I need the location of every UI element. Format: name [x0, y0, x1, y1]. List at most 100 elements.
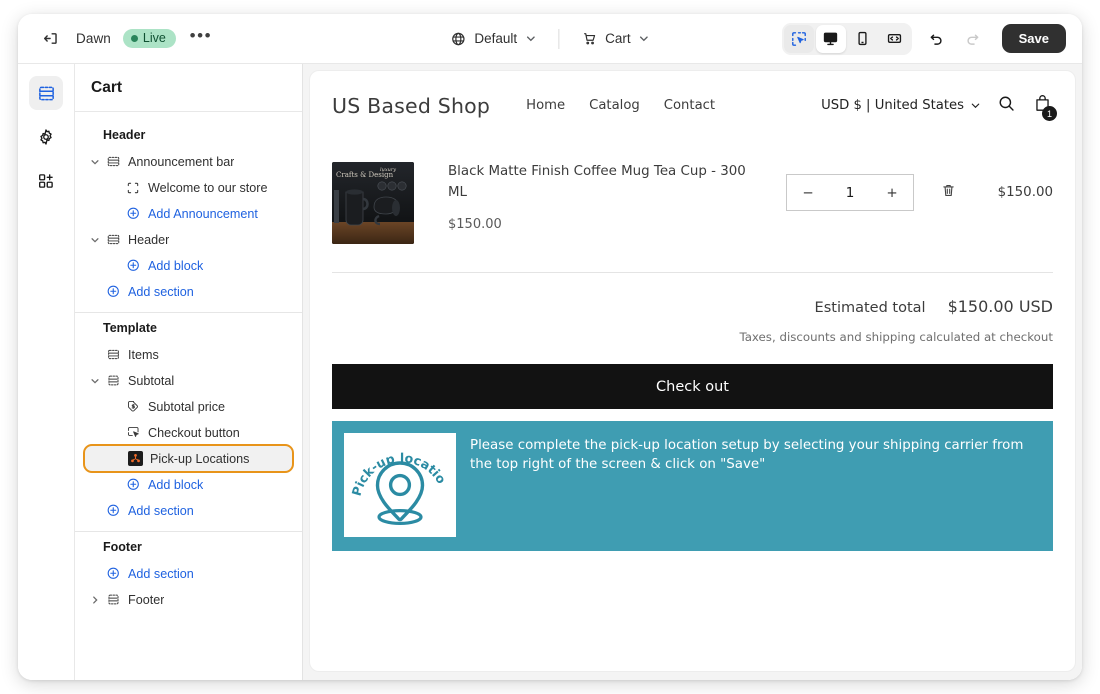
nav-link-home[interactable]: Home — [526, 98, 565, 113]
estimated-total-row: Estimated total $150.00 USD — [332, 297, 1053, 316]
add-row[interactable]: Add block — [83, 472, 294, 497]
product-thumbnail[interactable]: Crafts & Design luxury — [332, 162, 414, 244]
cart-icon[interactable]: 1 — [1032, 93, 1057, 121]
storefront-nav: Home Catalog Contact — [526, 98, 715, 113]
layer-label: Pick-up Locations — [150, 451, 250, 466]
pickup-pin-icon: Pick-up location — [348, 437, 449, 525]
theme-name: Dawn — [76, 31, 111, 46]
redo-icon[interactable] — [958, 25, 988, 53]
layer-label: Header — [128, 232, 170, 247]
template-picker-label: Default — [474, 31, 518, 46]
chevron-down-icon — [640, 36, 649, 42]
toolbar-right-group: Save — [781, 22, 1082, 55]
section-icon — [103, 154, 123, 169]
tax-note: Taxes, discounts and shipping calculated… — [739, 330, 1053, 344]
layer-row[interactable]: Checkout button — [83, 420, 294, 445]
template-picker[interactable]: Default — [442, 26, 544, 52]
layer-row[interactable]: Announcement bar — [83, 149, 294, 174]
layer-label: Subtotal price — [148, 399, 226, 414]
layer-row[interactable]: Subtotal price — [83, 394, 294, 419]
locale-selector[interactable]: USD $ | United States — [821, 98, 981, 113]
layer-row[interactable]: Welcome to our store — [83, 175, 294, 200]
svg-text:luxury: luxury — [380, 167, 396, 173]
estimated-total-label: Estimated total — [814, 300, 926, 316]
fullwidth-icon[interactable] — [880, 25, 910, 53]
status-badge: Live — [122, 28, 176, 49]
add-row[interactable]: Add block — [83, 253, 294, 278]
globe-icon — [452, 32, 465, 45]
cart-count-badge: 1 — [1042, 106, 1057, 121]
button-click-icon — [123, 425, 143, 440]
status-dot — [130, 34, 138, 42]
layer-label: Checkout button — [148, 425, 240, 440]
layer-row[interactable]: Footer — [83, 587, 294, 612]
product-unit-price: $150.00 — [448, 216, 502, 232]
page-picker[interactable]: Cart — [573, 25, 658, 52]
line-item-controls: − 1 + $150.00 — [786, 162, 1053, 211]
mobile-icon[interactable] — [848, 25, 878, 53]
save-button[interactable]: Save — [1001, 24, 1066, 53]
quantity-stepper[interactable]: − 1 + — [786, 174, 914, 211]
add-row[interactable]: Add section — [83, 561, 294, 586]
settings-gear-icon[interactable] — [29, 120, 63, 154]
layer-row[interactable]: Subtotal — [83, 368, 294, 393]
sections-icon[interactable] — [29, 76, 63, 110]
layer-row[interactable]: Pick-up Locations — [83, 444, 294, 473]
nav-link-contact[interactable]: Contact — [664, 98, 715, 113]
cart-line-item: Crafts & Design luxury Black Matte Finis… — [332, 134, 1053, 272]
plus-circle-icon — [103, 566, 123, 581]
shop-logo[interactable]: US Based Shop — [332, 94, 490, 118]
layer-row[interactable]: Items — [83, 342, 294, 367]
chevron-down-icon[interactable] — [87, 235, 103, 245]
layer-tree-scroll[interactable]: Header Announcement bar Welcome to our sto… — [75, 112, 302, 680]
exit-icon[interactable] — [36, 25, 64, 53]
chevron-down-icon — [526, 36, 535, 42]
layer-row[interactable]: Header — [83, 227, 294, 252]
desktop-icon[interactable] — [815, 24, 846, 53]
svg-text:Pick-up location: Pick-up location — [348, 437, 449, 498]
status-label: Live — [142, 31, 166, 46]
items-icon — [103, 347, 123, 362]
undo-icon[interactable] — [922, 25, 952, 53]
storefront-utilities: USD $ | United States 1 — [821, 93, 1057, 121]
toolbar-divider — [558, 28, 560, 49]
pickup-location-logo: Pick-up location — [344, 433, 456, 537]
layer-label: Add section — [128, 566, 194, 581]
quantity-increase-button[interactable]: + — [871, 185, 913, 201]
search-icon[interactable] — [997, 94, 1016, 117]
layer-label: Add Announcement — [148, 206, 258, 221]
apps-grid-icon[interactable] — [29, 164, 63, 198]
pickup-location-banner: Pick-up location Please complete the pic… — [332, 421, 1053, 551]
quantity-value[interactable]: 1 — [829, 185, 871, 201]
quantity-decrease-button[interactable]: − — [787, 185, 829, 201]
more-options-button[interactable]: ••• — [188, 26, 214, 52]
locale-label: USD $ | United States — [821, 98, 964, 113]
line-item-info: Black Matte Finish Coffee Mug Tea Cup - … — [448, 162, 748, 232]
preview-area: US Based Shop Home Catalog Contact USD $… — [303, 64, 1082, 680]
chevron-down-icon — [971, 103, 980, 109]
add-row[interactable]: Add section — [83, 498, 294, 523]
trash-icon[interactable] — [940, 182, 957, 203]
page-title: Cart — [91, 78, 123, 96]
layer-label: Welcome to our store — [148, 180, 268, 195]
top-toolbar: Dawn Live ••• Default Cart Save — [18, 14, 1082, 64]
cart-totals: Estimated total $150.00 USD Taxes, disco… — [310, 273, 1075, 344]
subtotal-icon — [103, 373, 123, 388]
section-icon — [103, 232, 123, 247]
layer-label: Add section — [128, 503, 194, 518]
add-row[interactable]: Add section — [83, 279, 294, 304]
chevron-down-icon[interactable] — [87, 376, 103, 386]
sections-sidebar: Cart Header Announcement bar Welcome to ou… — [75, 64, 303, 680]
nav-link-catalog[interactable]: Catalog — [589, 98, 640, 113]
chevron-right-icon[interactable] — [87, 595, 103, 605]
layer-label: Add block — [148, 477, 204, 492]
add-row[interactable]: Add Announcement — [83, 201, 294, 226]
product-title[interactable]: Black Matte Finish Coffee Mug Tea Cup - … — [448, 162, 748, 204]
cursor-select-icon[interactable] — [783, 24, 814, 53]
checkout-button[interactable]: Check out — [332, 364, 1053, 409]
left-icon-rail — [18, 64, 75, 680]
block-icon — [123, 181, 143, 195]
theme-editor-window: Dawn Live ••• Default Cart Save Cart Hea… — [18, 14, 1082, 680]
chevron-down-icon[interactable] — [87, 157, 103, 167]
estimated-total-value: $150.00 USD — [947, 297, 1053, 316]
